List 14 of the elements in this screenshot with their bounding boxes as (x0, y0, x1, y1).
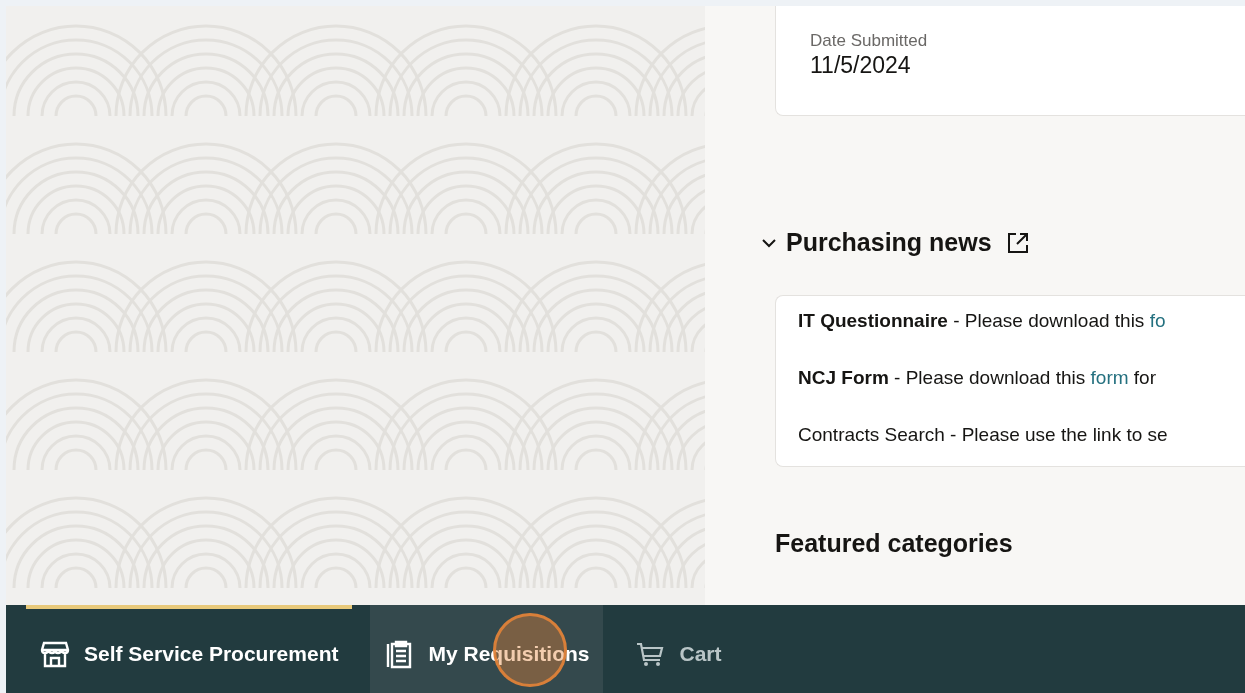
field-label: Date Submitted (810, 31, 929, 51)
section-title: Featured categories (775, 529, 1013, 558)
chevron-icon[interactable] (760, 236, 778, 249)
news-item: Contracts Search - Please use the link to se (798, 424, 1169, 446)
nav-tab[interactable]: Self Service Procurement (26, 605, 353, 693)
news-item: NCJ Form - Please download this form for (798, 367, 1157, 389)
form-link[interactable]: form (1090, 367, 1129, 388)
section-title: Purchasing news (786, 228, 992, 257)
external-link-icon[interactable] (1005, 230, 1030, 255)
nav-tab[interactable]: My Requisitions (370, 605, 604, 693)
news-item: IT Questionnaire - Please download this fo (798, 310, 1167, 332)
form-link[interactable]: fo (1149, 310, 1166, 331)
field-value: 11/5/2024 (810, 52, 912, 79)
storefront-icon (40, 639, 70, 669)
